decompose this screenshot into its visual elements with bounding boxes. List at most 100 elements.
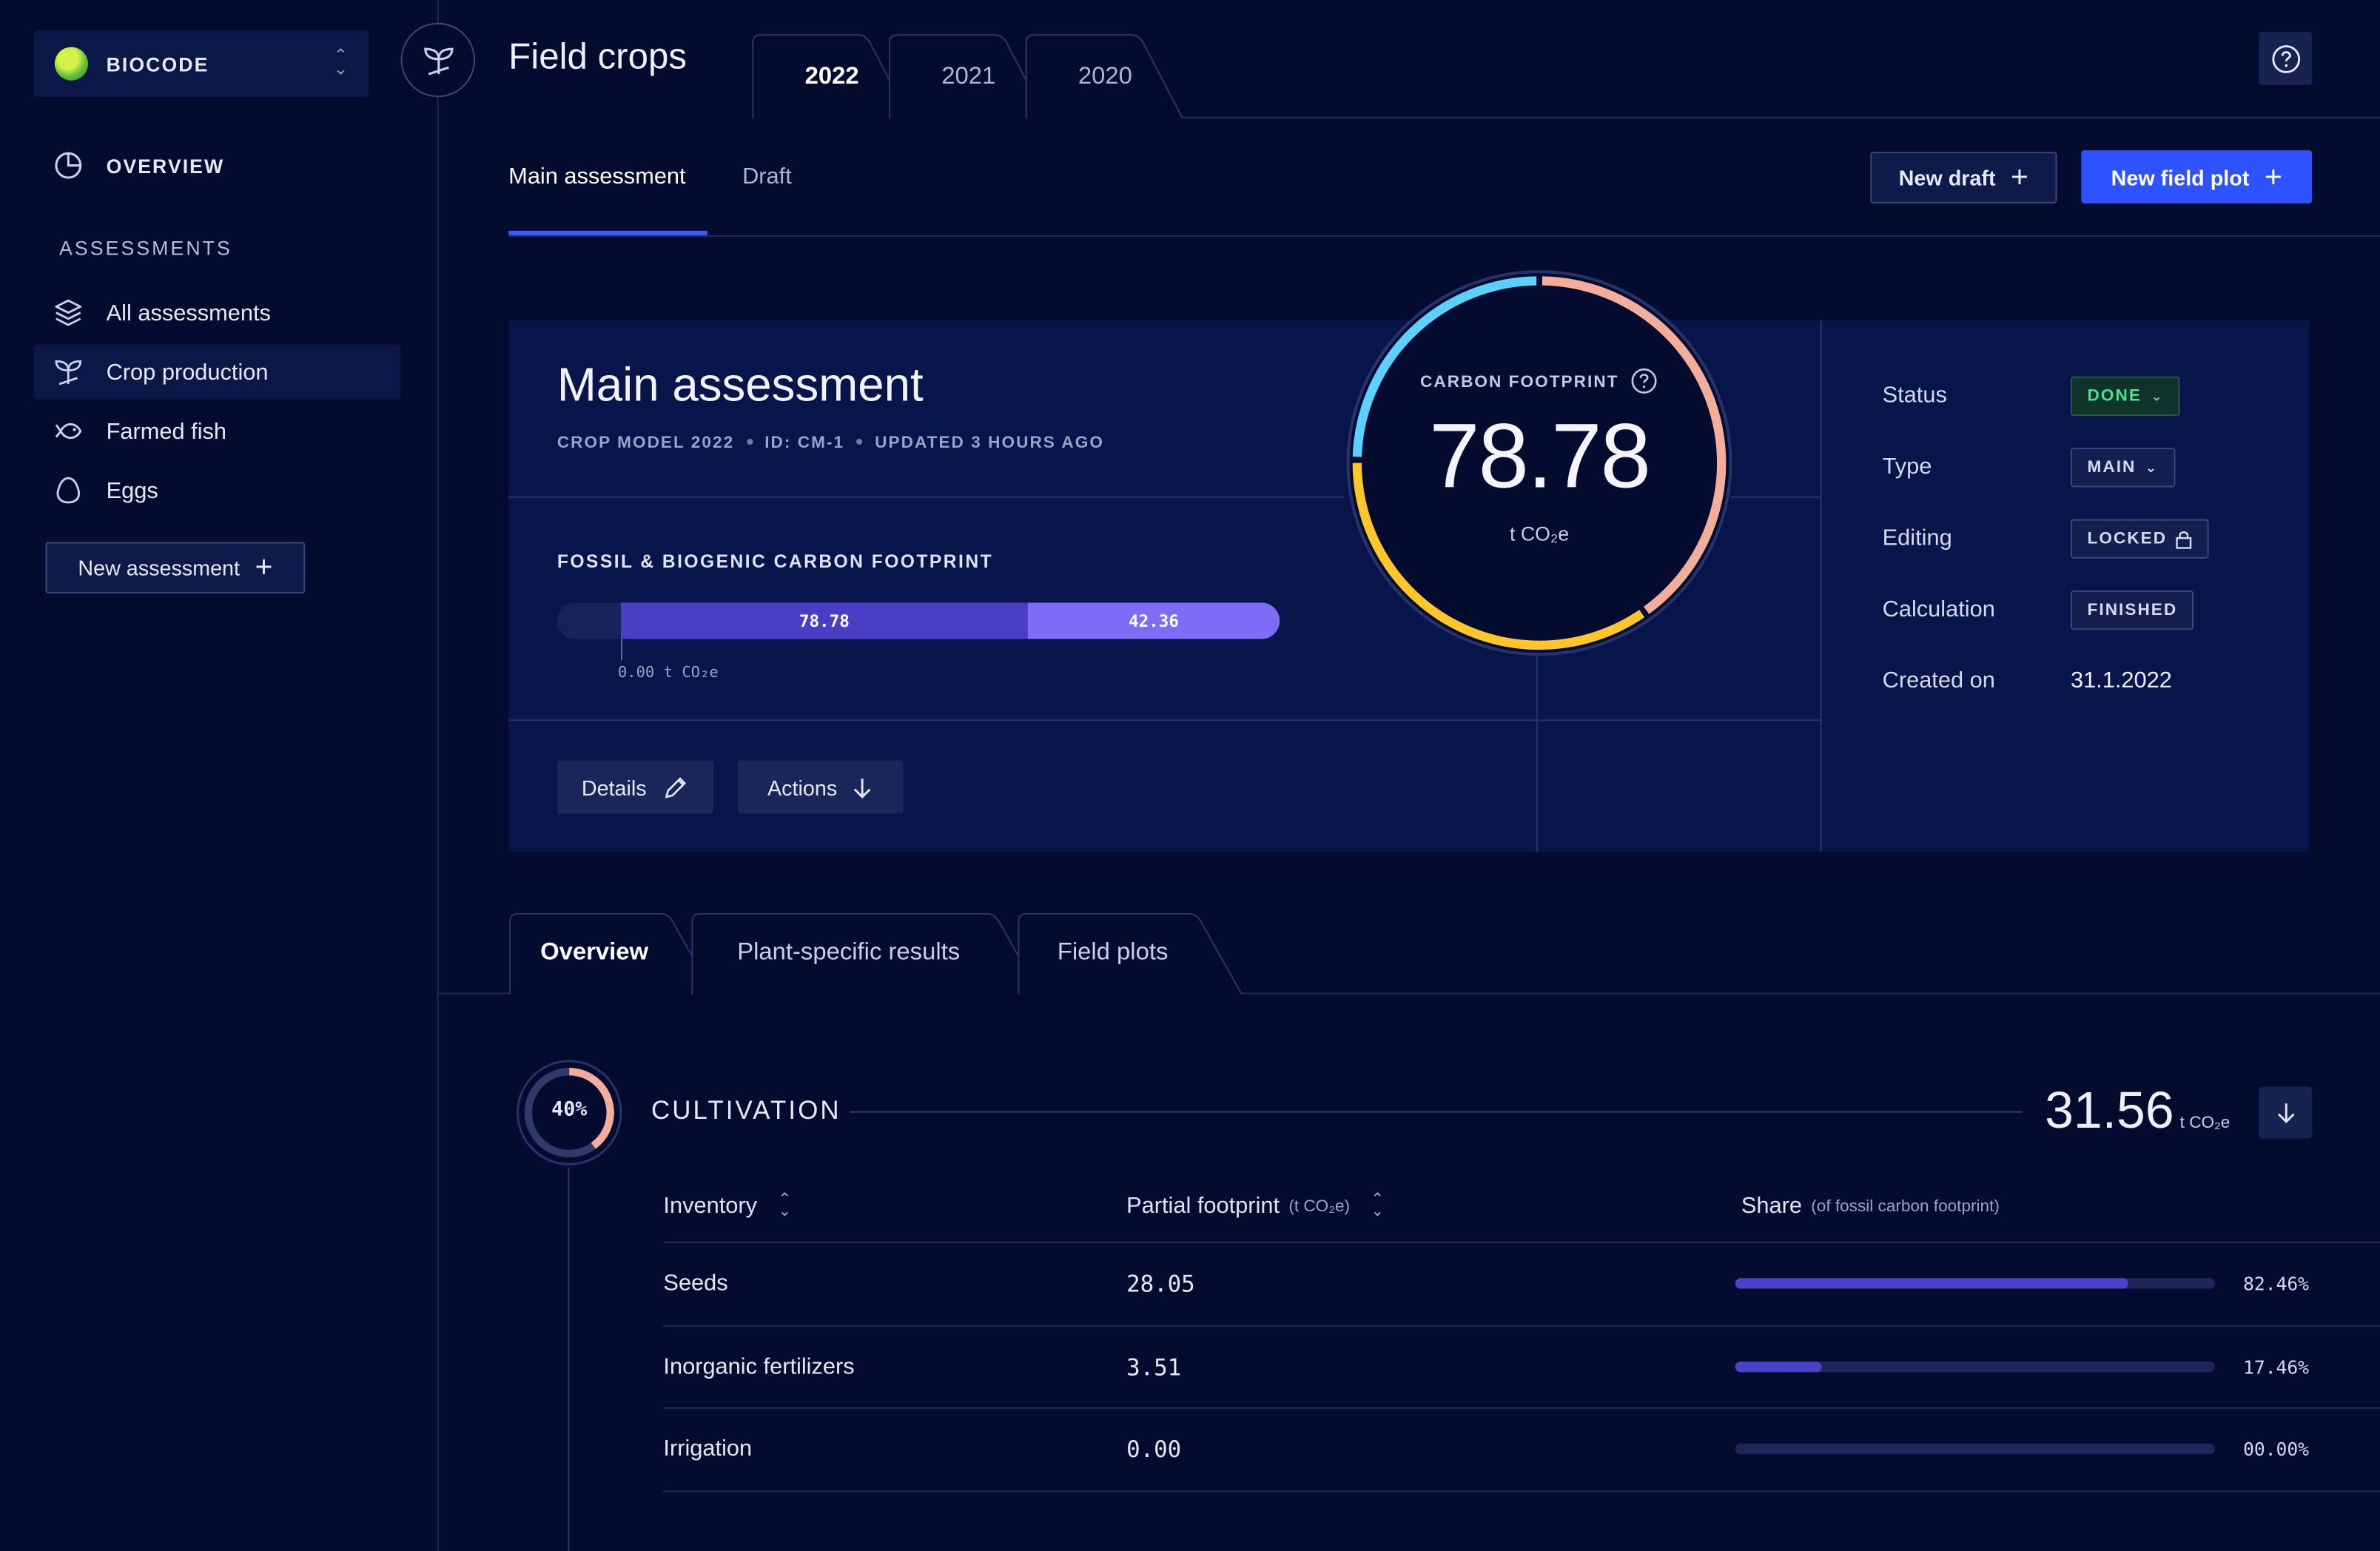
row-divider xyxy=(663,1490,2380,1493)
meta-model: CROP MODEL 2022 xyxy=(557,434,735,453)
row-share-percent: 17.46% xyxy=(2243,1356,2310,1379)
tab-label: 2022 xyxy=(804,64,859,90)
card-divider xyxy=(508,496,1344,498)
status-badge[interactable]: DONE ⌄ xyxy=(2070,376,2181,417)
sidebar: BIOCODE ⌃ ⌄ OVERVIEW ASSESSMENTS All asse… xyxy=(0,0,439,1551)
row-divider xyxy=(663,1325,2380,1327)
assessment-title: Main assessment xyxy=(557,358,924,411)
cultivation-divider xyxy=(850,1111,2023,1113)
sidebar-item-label: Eggs xyxy=(106,477,158,504)
actions-button[interactable]: Actions xyxy=(737,760,904,814)
row-partial-footprint: 28.05 xyxy=(1126,1270,1195,1298)
calculation-value: FINISHED xyxy=(2087,601,2178,619)
new-assessment-button[interactable]: New assessment + xyxy=(45,542,306,594)
calculation-label: Calculation xyxy=(1882,596,1995,623)
chevron-updown-icon: ⌃ ⌄ xyxy=(333,47,348,79)
footprint-bar: 78.78 42.36 xyxy=(557,602,1280,639)
tab-label: 2021 xyxy=(941,64,996,90)
tab-label: Plant-specific results xyxy=(737,939,961,966)
meta-id: ID: CM-1 xyxy=(764,434,845,453)
help-icon xyxy=(2271,44,2300,73)
page-title: Field crops xyxy=(508,36,687,78)
card-divider xyxy=(1536,656,1538,852)
fossil-segment: 78.78 xyxy=(620,602,1028,639)
help-icon[interactable] xyxy=(1631,367,1658,394)
new-field-plot-button[interactable]: New field plot + xyxy=(2081,150,2313,203)
row-inventory-name: Inorganic fertilizers xyxy=(663,1353,855,1380)
column-note: (of fossil carbon footprint) xyxy=(1811,1197,2000,1216)
tab-plant-specific-results[interactable]: Plant-specific results xyxy=(690,912,1043,995)
gauge-value: 78.78 xyxy=(1429,405,1651,508)
tab-overview[interactable]: Overview xyxy=(508,912,716,995)
sort-icon: ⌃ ⌄ xyxy=(778,1191,791,1220)
gauge-unit: t CO₂e xyxy=(1510,522,1570,545)
column-label: Inventory xyxy=(663,1193,757,1219)
editing-badge: LOCKED xyxy=(2070,519,2210,559)
sort-icon: ⌃ ⌄ xyxy=(1371,1191,1384,1220)
column-label: Share xyxy=(1741,1193,1802,1219)
created-value: 31.1.2022 xyxy=(2070,667,2172,694)
editing-value: LOCKED xyxy=(2087,529,2168,548)
layers-icon xyxy=(53,297,84,328)
share-bar xyxy=(1735,1443,2215,1455)
tab-main-assessment[interactable]: Main assessment xyxy=(508,164,685,190)
details-label: Details xyxy=(581,775,647,800)
bar-zero-tick xyxy=(620,639,623,661)
tab-year-2020[interactable]: 2020 xyxy=(1025,33,1186,119)
org-name: BIOCODE xyxy=(106,52,209,75)
collapse-cultivation-button[interactable] xyxy=(2259,1086,2313,1139)
tab-label: 2020 xyxy=(1078,64,1132,90)
calculation-badge: FINISHED xyxy=(2070,590,2194,630)
tab-field-plots[interactable]: Field plots xyxy=(1017,912,1245,995)
type-value: MAIN xyxy=(2087,458,2137,477)
crop-category-icon xyxy=(400,22,476,98)
cultivation-title: CULTIVATION xyxy=(651,1096,841,1126)
timeline-line xyxy=(568,1167,570,1551)
actions-label: Actions xyxy=(767,775,838,800)
biogenic-segment: 42.36 xyxy=(1027,602,1280,639)
status-value: DONE xyxy=(2087,387,2142,406)
sidebar-item-eggs[interactable]: Eggs xyxy=(33,463,400,518)
new-draft-label: New draft xyxy=(1898,165,1996,190)
type-badge[interactable]: MAIN ⌄ xyxy=(2070,448,2175,488)
row-partial-footprint: 0.00 xyxy=(1126,1436,1182,1464)
new-assessment-label: New assessment xyxy=(78,555,241,580)
column-header-partial-footprint[interactable]: Partial footprint (t CO₂e) ⌃ ⌄ xyxy=(1126,1191,1384,1220)
sidebar-item-crop-production[interactable]: Crop production xyxy=(33,344,401,400)
created-label: Created on xyxy=(1882,667,1995,694)
lock-icon xyxy=(2176,530,2193,548)
fish-icon xyxy=(53,416,84,446)
tab-draft[interactable]: Draft xyxy=(742,164,792,190)
row-inventory-name: Seeds xyxy=(663,1270,728,1296)
pie-chart-icon xyxy=(53,150,84,181)
section-label-assessments: ASSESSMENTS xyxy=(59,237,232,260)
sidebar-item-label: Crop production xyxy=(106,359,269,386)
row-inventory-name: Irrigation xyxy=(663,1436,753,1462)
arrow-down-icon xyxy=(2276,1103,2294,1123)
sidebar-item-all-assessments[interactable]: All assessments xyxy=(33,286,400,340)
row-divider xyxy=(663,1241,2380,1244)
biocode-logo xyxy=(54,47,88,81)
status-label: Status xyxy=(1882,382,1947,408)
cultivation-value: 31.56 xyxy=(2045,1082,2174,1140)
details-button[interactable]: Details xyxy=(557,760,714,814)
plus-icon: + xyxy=(2011,161,2029,195)
type-label: Type xyxy=(1882,454,1932,480)
sidebar-item-farmed-fish[interactable]: Farmed fish xyxy=(33,404,400,459)
row-divider xyxy=(663,1407,2380,1409)
row-share-percent: 82.46% xyxy=(2243,1274,2310,1295)
sidebar-item-overview[interactable]: OVERVIEW xyxy=(33,138,400,193)
new-field-plot-label: New field plot xyxy=(2111,164,2250,189)
sprout-icon xyxy=(53,357,84,387)
new-draft-button[interactable]: New draft + xyxy=(1870,152,2057,203)
sidebar-item-label: All assessments xyxy=(106,300,271,326)
column-header-inventory[interactable]: Inventory ⌃ ⌄ xyxy=(663,1191,791,1220)
row-partial-footprint: 3.51 xyxy=(1126,1353,1182,1382)
cultivation-percent: 40% xyxy=(551,1099,588,1122)
org-switcher[interactable]: BIOCODE ⌃ ⌄ xyxy=(33,30,369,98)
arrow-down-icon xyxy=(854,778,872,798)
help-button[interactable] xyxy=(2259,32,2313,85)
plus-icon: + xyxy=(255,551,273,585)
sidebar-item-label: OVERVIEW xyxy=(106,154,225,177)
meta-updated: UPDATED 3 HOURS AGO xyxy=(875,434,1104,453)
